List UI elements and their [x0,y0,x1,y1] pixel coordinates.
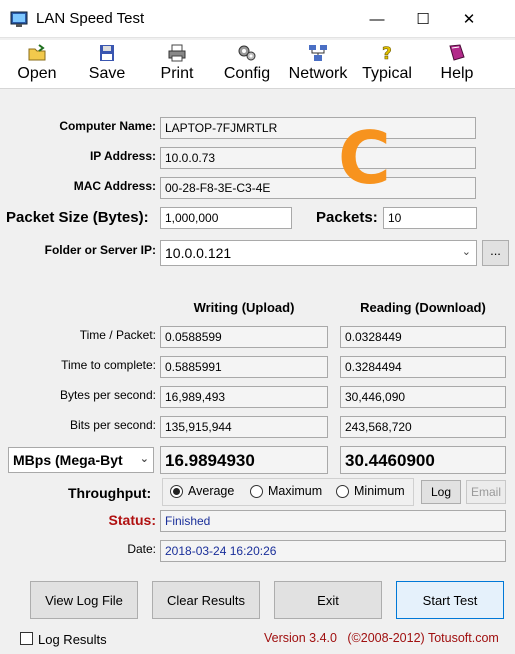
ip-address-field[interactable]: 10.0.0.73 [160,147,476,169]
toolbar-label: Open [17,65,57,82]
time-per-packet-label: Time / Packet: [79,328,156,342]
ip-address-label: IP Address: [89,149,156,163]
start-test-button[interactable]: Start Test [396,581,504,619]
toolbar-print-button[interactable]: Print [154,44,200,86]
unit-select[interactable]: MBps (Mega-Byt ⌄ [8,447,154,473]
folder-server-value: 10.0.0.121 [165,245,232,261]
packets-input[interactable]: 10 [383,207,477,229]
write-time-per-packet: 0.0588599 [160,326,328,348]
date-label: Date: [127,542,156,556]
bits-per-second-label: Bits per second: [69,418,156,432]
maximize-button[interactable]: ☐ [400,0,446,38]
read-time-per-packet: 0.0328449 [340,326,506,348]
write-time-to-complete: 0.5885991 [160,356,328,378]
toolbar-label: Typical [362,65,412,82]
toolbar-help-button[interactable]: Help [434,44,480,86]
toolbar-open-button[interactable]: Open [14,44,60,86]
toolbar-divider [0,88,515,89]
folder-server-label: Folder or Server IP: [44,243,156,257]
view-log-file-button[interactable]: View Log File [30,581,138,619]
toolbar-config-button[interactable]: Config [220,44,274,86]
mac-address-label: MAC Address: [73,179,156,193]
computer-name-field[interactable]: LAPTOP-7FJMRTLR [160,117,476,139]
toolbar-label: Config [223,65,271,82]
packet-size-label: Packet Size (Bytes): [6,209,149,226]
config-gears-icon [238,45,256,61]
mac-address-field[interactable]: 00-28-F8-3E-C3-4E [160,177,476,199]
floppy-disk-icon [100,45,114,61]
packet-size-input[interactable]: 1,000,000 [160,207,292,229]
unit-select-value: MBps (Mega-Byt [13,452,123,468]
clear-results-button[interactable]: Clear Results [152,581,260,619]
svg-text:?: ? [382,44,392,62]
window-title: LAN Speed Test [36,10,145,27]
read-time-to-complete: 0.3284494 [340,356,506,378]
read-bytes-per-second: 30,446,090 [340,386,506,408]
toolbar-save-button[interactable]: Save [84,44,130,86]
email-button[interactable]: Email [466,480,506,504]
toolbar-label: Network [288,65,348,82]
chevron-down-icon: ⌄ [137,452,149,465]
chevron-down-icon: ⌄ [461,246,471,258]
log-button[interactable]: Log [421,480,461,504]
throughput-label: Throughput: [68,485,152,501]
minimize-button[interactable]: — [354,0,400,38]
radio-unchecked-icon [336,484,349,498]
help-book-icon [449,44,465,61]
read-throughput-value: 30.4460900 [340,446,506,474]
exit-button[interactable]: Exit [274,581,382,619]
time-to-complete-label: Time to complete: [61,358,156,372]
write-bits-per-second: 135,915,944 [160,416,328,438]
reading-header: Reading (Download) [360,300,486,315]
status-label: Status: [108,512,156,528]
log-results-label: Log Results [38,632,107,647]
log-results-checkbox[interactable] [20,632,33,645]
watermark-letter: C [338,116,391,200]
toolbar-label: Print [160,65,194,82]
bytes-per-second-label: Bytes per second: [59,388,156,402]
close-button[interactable]: ✕ [446,0,492,38]
radio-unchecked-icon [250,484,263,498]
printer-icon [168,44,186,62]
toolbar-network-button[interactable]: Network [284,44,352,86]
app-icon [10,11,28,27]
write-bytes-per-second: 16,989,493 [160,386,328,408]
read-bits-per-second: 243,568,720 [340,416,506,438]
toolbar-label: Help [440,65,474,82]
folder-server-combobox[interactable]: 10.0.0.121 ⌄ [160,240,477,266]
status-field: Finished [160,510,506,532]
help-lightbulb-icon: ? [382,44,392,62]
browse-button[interactable]: ... [482,240,509,266]
writing-header: Writing (Upload) [193,300,295,315]
radio-maximum-label: Maximum [268,484,323,498]
computer-name-label: Computer Name: [59,119,156,133]
write-throughput-value: 16.9894930 [160,446,328,474]
radio-average-label: Average [188,484,235,498]
date-field: 2018-03-24 16:20:26 [160,540,506,562]
network-icon [309,45,327,61]
toolbar-typical-button[interactable]: ? Typical [358,44,416,86]
radio-maximum[interactable]: Maximum [250,484,322,498]
radio-average[interactable]: Average [170,484,234,498]
radio-minimum[interactable]: Minimum [336,484,405,498]
packets-label: Packets: [316,209,378,226]
radio-minimum-label: Minimum [354,484,405,498]
radio-checked-icon [170,484,183,498]
version-text: Version 3.4.0 (©2008-2012) Totusoft.com [264,631,499,645]
toolbar-label: Save [88,65,126,82]
open-folder-icon [28,44,46,61]
